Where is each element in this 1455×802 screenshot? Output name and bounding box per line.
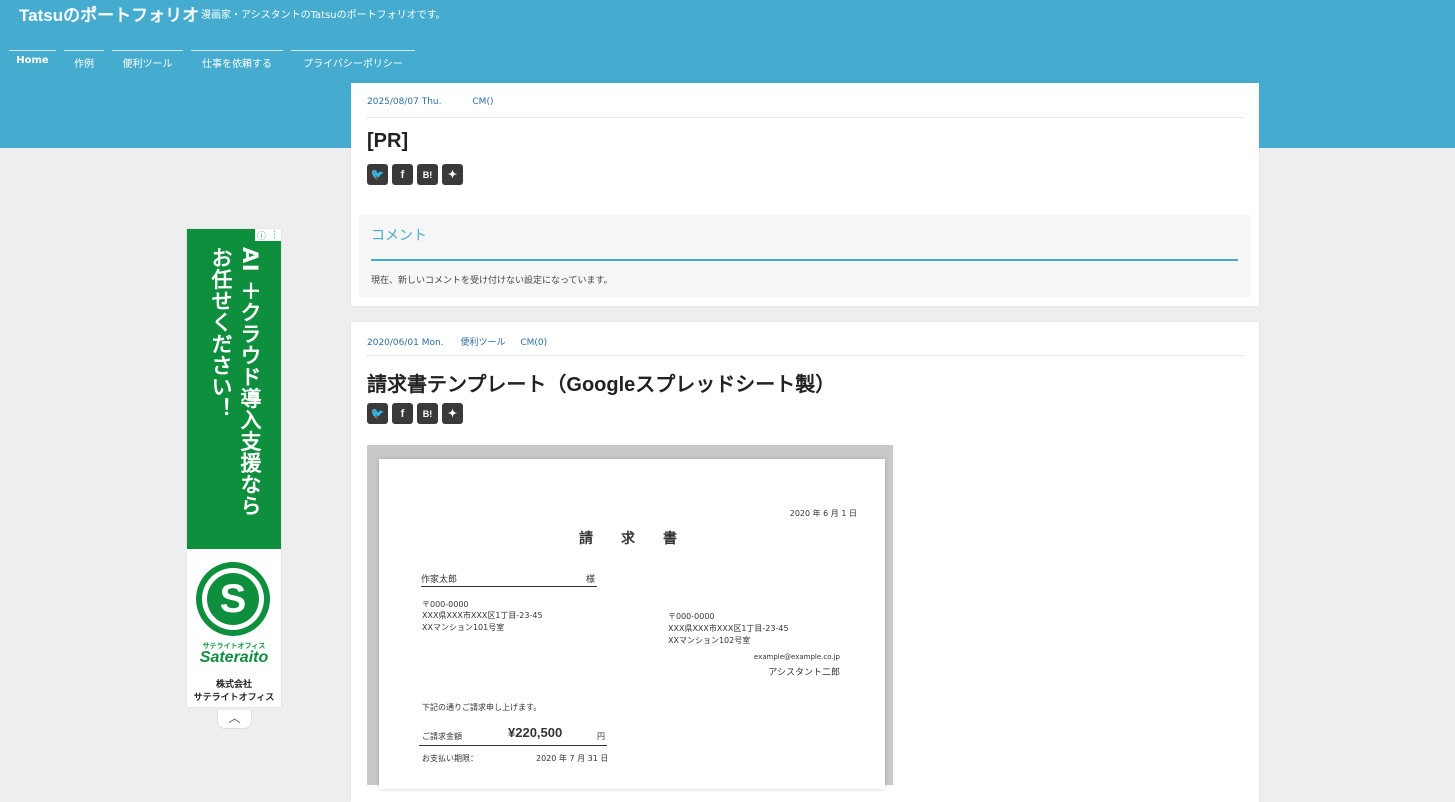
info-icon[interactable]: ⓘ bbox=[257, 229, 266, 242]
site-description: 漫画家・アシスタントのTatsuのポートフォリオです。 bbox=[201, 10, 446, 21]
comment-heading: コメント bbox=[371, 228, 427, 244]
facebook-icon[interactable]: f bbox=[392, 164, 413, 185]
share-buttons: 🐦 f B! ✦ bbox=[367, 403, 463, 424]
hatena-icon[interactable]: B! bbox=[417, 403, 438, 424]
post-meta: 2020/06/01 Mon. 便利ツール CM(0) bbox=[367, 335, 561, 348]
amount-value: ¥220,500 bbox=[508, 725, 563, 740]
feedly-icon[interactable]: ✦ bbox=[442, 403, 463, 424]
ad-brand-name: Sateraito bbox=[199, 649, 269, 666]
site-title[interactable]: Tatsuのポートフォリオ bbox=[19, 1, 199, 26]
sender-name: アシスタント二郎 bbox=[768, 668, 840, 678]
sender-address-2: XXマンション102号室 bbox=[668, 636, 751, 645]
post-date: 2020/06/01 Mon. bbox=[367, 338, 444, 348]
recipient-line: 作家太郎 様 bbox=[421, 572, 597, 587]
facebook-icon[interactable]: f bbox=[392, 403, 413, 424]
more-menu-icon[interactable]: ⋮ bbox=[270, 230, 279, 240]
comment-underline bbox=[371, 259, 1238, 261]
nav-request-work[interactable]: 仕事を依頼する bbox=[191, 50, 283, 70]
ad-banner[interactable]: AI ＋クラウド導入支援なら お任せください！ ⓘ ⋮ S サテライトオフィス … bbox=[186, 228, 282, 708]
invoice-heading: 請 求 書 bbox=[579, 531, 677, 547]
recipient-address-2: XXマンション101号室 bbox=[422, 623, 505, 632]
due-date: 2020 年 7 月 31 日 bbox=[536, 754, 609, 763]
invoice-date: 2020 年 6 月 1 日 bbox=[789, 509, 857, 518]
nav-home[interactable]: Home bbox=[9, 50, 56, 70]
sateraito-logo-icon: S bbox=[196, 562, 270, 636]
meta-divider bbox=[367, 355, 1243, 356]
twitter-icon[interactable]: 🐦 bbox=[367, 164, 388, 185]
invoice-preview-image[interactable]: 2020 年 6 月 1 日 請 求 書 作家太郎 様 〒000-0000 XX… bbox=[367, 445, 893, 789]
sender-email: example@example.co.jp bbox=[753, 653, 840, 661]
logo-letter: S bbox=[207, 573, 259, 625]
meta-divider bbox=[367, 117, 1243, 118]
post-category[interactable]: 便利ツール bbox=[460, 338, 505, 348]
invoice-page: 2020 年 6 月 1 日 請 求 書 作家太郎 様 〒000-0000 XX… bbox=[379, 459, 885, 789]
post-comment-count[interactable]: CM() bbox=[472, 97, 493, 107]
pr-post-card: 2025/08/07 Thu. CM() [PR] 🐦 f B! ✦ コメント … bbox=[351, 83, 1259, 306]
ad-options[interactable]: ⓘ ⋮ bbox=[255, 229, 281, 242]
comment-closed-notice: 現在、新しいコメントを受け付けない設定になっています。 bbox=[371, 276, 613, 286]
amount-label: ご請求金額 bbox=[422, 732, 462, 741]
due-label: お支払い期限： bbox=[422, 754, 478, 763]
post-meta: 2025/08/07 Thu. CM() bbox=[367, 97, 507, 107]
invoice-lead: 下記の通りご請求申し上げます。 bbox=[422, 703, 542, 712]
recipient-zip: 〒000-0000 bbox=[422, 600, 469, 609]
post-title[interactable]: [PR] bbox=[367, 130, 408, 153]
twitter-icon[interactable]: 🐦 bbox=[367, 403, 388, 424]
recipient-address-1: XXX県XXX市XXX区1丁目-23-45 bbox=[422, 611, 543, 620]
invoice-post-card: 2020/06/01 Mon. 便利ツール CM(0) 請求書テンプレート（Go… bbox=[351, 322, 1259, 802]
ad-company-line-1: 株式会社 bbox=[215, 680, 252, 690]
feedly-icon[interactable]: ✦ bbox=[442, 164, 463, 185]
ad-company-line-2: サテライトオフィス bbox=[193, 693, 275, 703]
amount-row: ご請求金額 ¥220,500 円 bbox=[419, 725, 607, 746]
post-date: 2025/08/07 Thu. bbox=[367, 97, 442, 107]
amount-unit: 円 bbox=[597, 732, 605, 741]
nav-tools[interactable]: 便利ツール bbox=[112, 50, 183, 70]
ad-headline-right: AI ＋クラウド導入支援なら bbox=[238, 247, 262, 517]
nav-samples[interactable]: 作例 bbox=[64, 50, 104, 70]
sender-zip: 〒000-0000 bbox=[668, 612, 715, 621]
hatena-icon[interactable]: B! bbox=[417, 164, 438, 185]
post-comment-count[interactable]: CM(0) bbox=[520, 338, 547, 348]
comment-section: コメント 現在、新しいコメントを受け付けない設定になっています。 bbox=[359, 215, 1251, 297]
post-title[interactable]: 請求書テンプレート（Googleスプレッドシート製） bbox=[367, 368, 835, 397]
ad-green-panel: AI ＋クラウド導入支援なら お任せください！ ⓘ ⋮ bbox=[187, 229, 281, 549]
ad-headline-left: お任せください！ bbox=[209, 247, 233, 419]
recipient-name: 作家太郎 bbox=[421, 575, 458, 585]
collapse-chevron-up-icon[interactable]: ︿ bbox=[217, 710, 252, 729]
recipient-honorific: 様 bbox=[585, 575, 595, 585]
share-buttons: 🐦 f B! ✦ bbox=[367, 164, 463, 185]
sender-address-1: XXX県XXX市XXX区1丁目-23-45 bbox=[668, 624, 789, 633]
nav-privacy-policy[interactable]: プライバシーポリシー bbox=[291, 50, 415, 70]
